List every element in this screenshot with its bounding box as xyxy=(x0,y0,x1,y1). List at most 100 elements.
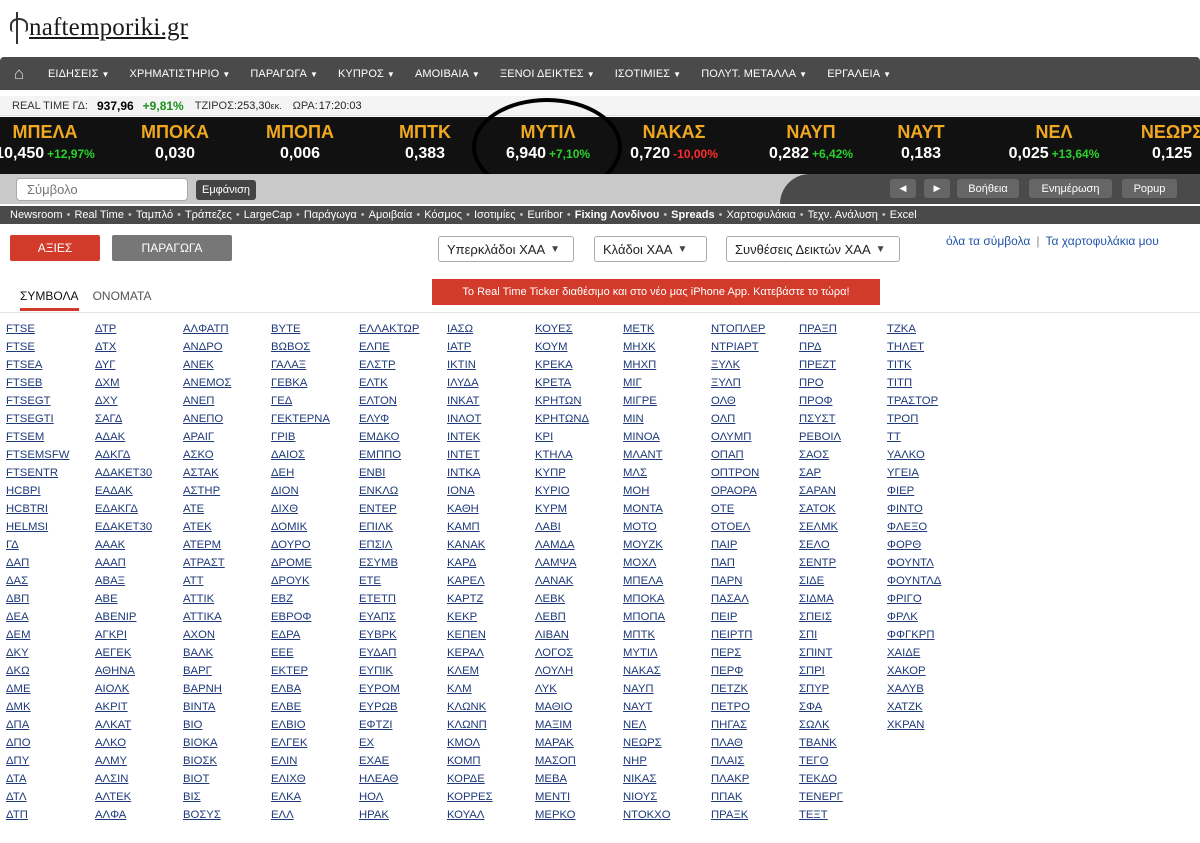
symbol-link[interactable]: ΣΑΓΔ xyxy=(95,410,152,428)
symbol-link[interactable]: ΠΡΑΞΚ xyxy=(711,806,765,824)
symbol-link[interactable]: ΒΙΝΤΑ xyxy=(183,698,231,716)
symbol-link[interactable]: ΕΛΤΟΝ xyxy=(359,392,419,410)
symbol-link[interactable]: ΙΚΤΙΝ xyxy=(447,356,493,374)
symbol-link[interactable]: ΤΕΝΕΡΓ xyxy=(799,788,843,806)
symbol-link[interactable]: ΑΝΕΠ xyxy=(183,392,231,410)
symbol-link[interactable]: ΕΔΑΚΓΔ xyxy=(95,500,152,518)
symbol-link[interactable]: FTSE xyxy=(6,320,69,338)
symbol-link[interactable]: HCBPI xyxy=(6,482,69,500)
symbol-link[interactable]: ΛΕΒΚ xyxy=(535,590,589,608)
symbol-link[interactable]: ΙΛΥΔΑ xyxy=(447,374,493,392)
ticker-item[interactable]: ΝΕΩΡΣ 0,125 xyxy=(1092,121,1200,165)
symbol-link[interactable]: ΠΕΤΡΟ xyxy=(711,698,765,716)
symbol-link[interactable]: ΑΝΕΠΟ xyxy=(183,410,231,428)
symbol-link[interactable]: ΠΕΤΖΚ xyxy=(711,680,765,698)
symbol-link[interactable]: ΓΡΙΒ xyxy=(271,428,330,446)
symbol-link[interactable]: ΜΕΡΚΟ xyxy=(535,806,589,824)
symbol-link[interactable]: ΦΦΓΚΡΠ xyxy=(887,626,941,644)
symbol-link[interactable]: ΑΙΟΛΚ xyxy=(95,680,152,698)
symbol-link[interactable]: ΠΡΟ xyxy=(799,374,843,392)
symbol-link[interactable]: ΑΔΚΓΔ xyxy=(95,446,152,464)
symbol-link[interactable]: ΒΑΛΚ xyxy=(183,644,231,662)
symbol-link[interactable]: ΗΟΛ xyxy=(359,788,419,806)
symbol-link[interactable]: ΗΡΑΚ xyxy=(359,806,419,824)
symbol-link[interactable]: ΣΑΡΑΝ xyxy=(799,482,843,500)
symbol-link[interactable]: ΚΑΜΠ xyxy=(447,518,493,536)
symbol-link[interactable]: ΔΟΜΙΚ xyxy=(271,518,330,536)
symbol-link[interactable]: ΑΤΡΑΣΤ xyxy=(183,554,231,572)
tab-symbols[interactable]: ΣΥΜΒΟΛΑ xyxy=(20,289,79,311)
symbol-link[interactable]: ΣΦΑ xyxy=(799,698,843,716)
symbol-link[interactable]: ΚΛΩΝΠ xyxy=(447,716,493,734)
symbol-link[interactable]: ΝΤΟΚΧΟ xyxy=(623,806,671,824)
symbol-link[interactable]: ΓΕΚΤΕΡΝΑ xyxy=(271,410,330,428)
nav-item[interactable]: ΙΣΟΤΙΜΙΕΣ ▼ xyxy=(615,68,681,80)
symbol-link[interactable]: ΔΡΟΜΕ xyxy=(271,554,330,572)
symbol-link[interactable]: ΜΠΟΚΑ xyxy=(623,590,671,608)
symbol-link[interactable]: ΜΥΤΙΛ xyxy=(623,644,671,662)
symbol-link[interactable]: ΔΒΠ xyxy=(6,590,69,608)
symbol-link[interactable]: ΕΛΠΕ xyxy=(359,338,419,356)
symbol-link[interactable]: ΕΝΤΕΡ xyxy=(359,500,419,518)
quick-link[interactable]: Excel xyxy=(890,209,917,221)
symbol-link[interactable]: ΧΚΡΑΝ xyxy=(887,716,941,734)
symbol-link[interactable]: ΕΕΕ xyxy=(271,644,330,662)
nav-item[interactable]: ΞΕΝΟΙ ΔΕΙΚΤΕΣ ▼ xyxy=(500,68,595,80)
symbol-link[interactable]: ΝΑΥΠ xyxy=(623,680,671,698)
quick-link[interactable]: Αμοιβαία xyxy=(369,209,413,221)
tab-names[interactable]: ΟΝΟΜΑΤΑ xyxy=(93,289,152,311)
symbol-link[interactable]: ΑΒΑΞ xyxy=(95,572,152,590)
quick-link[interactable]: Real Time xyxy=(74,209,124,221)
symbol-link[interactable]: ΔΟΥΡΟ xyxy=(271,536,330,554)
symbol-link[interactable]: ΠΠΑΚ xyxy=(711,788,765,806)
symbol-link[interactable]: ΑΡΑΙΓ xyxy=(183,428,231,446)
symbol-link[interactable]: ΕΥΔΑΠ xyxy=(359,644,419,662)
symbol-link[interactable]: ΑΛΦΑΤΠ xyxy=(183,320,231,338)
symbol-link[interactable]: ΒΙΟ xyxy=(183,716,231,734)
symbol-link[interactable]: ΠΑΣΑΛ xyxy=(711,590,765,608)
symbol-link[interactable]: ΜΕΝΤΙ xyxy=(535,788,589,806)
symbol-link[interactable]: ΤΙΤΠ xyxy=(887,374,941,392)
symbol-link[interactable]: ΕΔΑΚΕΤ30 xyxy=(95,518,152,536)
symbol-link[interactable]: ΣΠΕΙΣ xyxy=(799,608,843,626)
symbol-link[interactable]: ΜΠΟΠΑ xyxy=(623,608,671,626)
symbol-link[interactable]: ΣΑΟΣ xyxy=(799,446,843,464)
symbol-link[interactable]: ΦΟΥΝΤΛΔ xyxy=(887,572,941,590)
nav-item[interactable]: ΕΙΔΗΣΕΙΣ ▼ xyxy=(48,68,110,80)
symbol-link[interactable]: ΜΙΓ xyxy=(623,374,671,392)
symbol-link[interactable]: ΒΙΟΣΚ xyxy=(183,752,231,770)
symbol-link[interactable]: TBANK xyxy=(799,734,843,752)
symbol-link[interactable]: ΔΤΧ xyxy=(95,338,152,356)
symbol-link[interactable]: ΛΕΒΠ xyxy=(535,608,589,626)
symbol-link[interactable]: ΠΕΙΡΤΠ xyxy=(711,626,765,644)
symbol-link[interactable]: ΑΧΟΝ xyxy=(183,626,231,644)
symbol-link[interactable]: ΙΑΣΩ xyxy=(447,320,493,338)
symbol-link[interactable]: ΦΡΙΓΟ xyxy=(887,590,941,608)
symbol-link[interactable]: ΔΤΠ xyxy=(6,806,69,824)
symbol-link[interactable]: ΕΦΤΖΙ xyxy=(359,716,419,734)
symbol-link[interactable]: ΟΛΥΜΠ xyxy=(711,428,765,446)
symbol-link[interactable]: ΜΟΧΛ xyxy=(623,554,671,572)
symbol-link[interactable]: ΔΚΥ xyxy=(6,644,69,662)
symbol-link[interactable]: ΒΑΡΝΗ xyxy=(183,680,231,698)
symbol-link[interactable]: HELMSI xyxy=(6,518,69,536)
symbol-link[interactable]: ΕΤΕΤΠ xyxy=(359,590,419,608)
nav-item[interactable]: ΑΜΟΙΒΑΙΑ ▼ xyxy=(415,68,480,80)
symbol-link[interactable]: ΒΙΣ xyxy=(183,788,231,806)
symbol-link[interactable]: ΠΛΑΙΣ xyxy=(711,752,765,770)
symbol-link[interactable]: ΤΙΤΚ xyxy=(887,356,941,374)
symbol-link[interactable]: ΣΙΔΕ xyxy=(799,572,843,590)
symbol-link[interactable]: ΥΓΕΙΑ xyxy=(887,464,941,482)
symbol-link[interactable]: ΑΝΕΚ xyxy=(183,356,231,374)
symbol-link[interactable]: ΣΕΛΟ xyxy=(799,536,843,554)
quick-link[interactable]: Spreads xyxy=(671,209,714,221)
symbol-link[interactable]: ΟΛΘ xyxy=(711,392,765,410)
symbol-link[interactable]: ΕΛΤΚ xyxy=(359,374,419,392)
symbol-link[interactable]: ΤΕΞΤ xyxy=(799,806,843,824)
symbol-link[interactable]: ΤΤ xyxy=(887,428,941,446)
symbol-link[interactable]: ΝΗΡ xyxy=(623,752,671,770)
symbol-link[interactable]: ΜΠΕΛΑ xyxy=(623,572,671,590)
symbol-link[interactable]: ΚΟΥΜ xyxy=(535,338,589,356)
symbol-link[interactable]: ΔΡΟΥΚ xyxy=(271,572,330,590)
symbol-link[interactable]: ΜΙΝΟΑ xyxy=(623,428,671,446)
